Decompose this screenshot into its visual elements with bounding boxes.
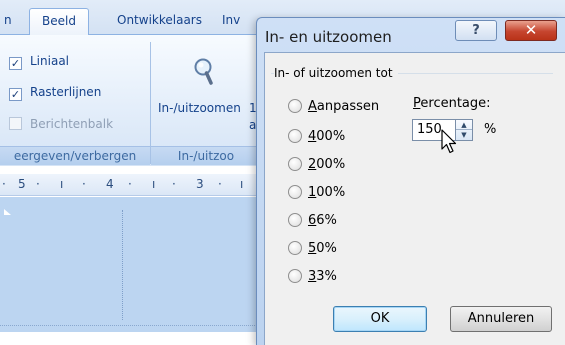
radio-button-icon: [288, 241, 302, 255]
radio-50[interactable]: 50%: [288, 240, 337, 260]
check-icon: ✓: [9, 88, 22, 101]
radio-label: 00%: [316, 129, 346, 144]
accel-key: A: [308, 99, 317, 114]
radio-label: 3%: [316, 269, 337, 284]
zoom-button-label[interactable]: In-/uitzoomen: [158, 101, 241, 115]
radio-button-icon: [288, 185, 302, 199]
checkbox-berichtenbalk-label: Berichtenbalk: [30, 117, 114, 131]
tab-invoegen[interactable]: Inv: [222, 8, 240, 35]
checkbox-liniaal[interactable]: ✓ Liniaal: [9, 52, 69, 72]
radio-button-icon: [288, 129, 302, 143]
ruler-number: 4: [106, 177, 114, 191]
radio-100[interactable]: 100%: [288, 184, 345, 204]
group-label-zoom: In-/uitzoo: [151, 146, 261, 165]
radio-aanpassen[interactable]: Aanpassen: [288, 98, 379, 118]
question-mark-icon: ?: [472, 23, 480, 38]
radio-button-icon: [288, 269, 302, 283]
radio-button-icon: [288, 213, 302, 227]
checkbox-rasterlijnen-label: Rasterlijnen: [30, 85, 102, 99]
radio-label: 0%: [316, 241, 337, 256]
empty-checkbox-icon: [9, 117, 22, 130]
radio-label: 00%: [316, 157, 346, 172]
close-icon: ✕: [524, 21, 538, 39]
mouse-cursor-icon: [441, 129, 457, 154]
magnifier-icon[interactable]: [192, 57, 216, 85]
indent-marker-icon[interactable]: [4, 209, 11, 215]
tab-beeld[interactable]: Beeld: [29, 8, 89, 35]
margin-guide: [122, 210, 123, 320]
percentage-unit: %: [484, 122, 497, 137]
ok-button[interactable]: OK: [333, 306, 427, 332]
checkbox-rasterlijnen[interactable]: ✓ Rasterlijnen: [9, 83, 101, 103]
radio-label: 00%: [316, 185, 346, 200]
group-label-show: eergeven/verbergen: [0, 146, 150, 165]
radio-label: 6%: [316, 213, 337, 228]
check-icon: ✓: [9, 57, 22, 70]
ruler-number: 5: [18, 177, 26, 191]
tab-ontwikkelaars[interactable]: Ontwikkelaars: [117, 8, 202, 35]
tab-partial[interactable]: n: [4, 8, 12, 35]
radio-200[interactable]: 200%: [288, 156, 345, 176]
radio-button-icon: [288, 99, 302, 113]
ruler-number: 3: [196, 177, 204, 191]
percentage-label: Percentage:: [413, 96, 491, 111]
cancel-button[interactable]: Annuleren: [450, 306, 552, 332]
radio-400[interactable]: 400%: [288, 128, 345, 148]
checkbox-liniaal-label: Liniaal: [30, 54, 69, 68]
close-button[interactable]: ✕: [505, 20, 557, 41]
percentage-label-text: ercentage:: [420, 96, 491, 111]
dialog-title: In- en uitzoomen: [265, 28, 392, 46]
radio-66[interactable]: 66%: [288, 212, 337, 232]
checkbox-berichtenbalk[interactable]: Berichtenbalk: [9, 115, 113, 135]
radio-label: anpassen: [316, 99, 380, 114]
help-button[interactable]: ?: [455, 20, 497, 41]
radio-button-icon: [288, 157, 302, 171]
radio-33[interactable]: 33%: [288, 268, 337, 288]
zoom-group-label: In- of uitzoomen tot: [274, 66, 398, 80]
